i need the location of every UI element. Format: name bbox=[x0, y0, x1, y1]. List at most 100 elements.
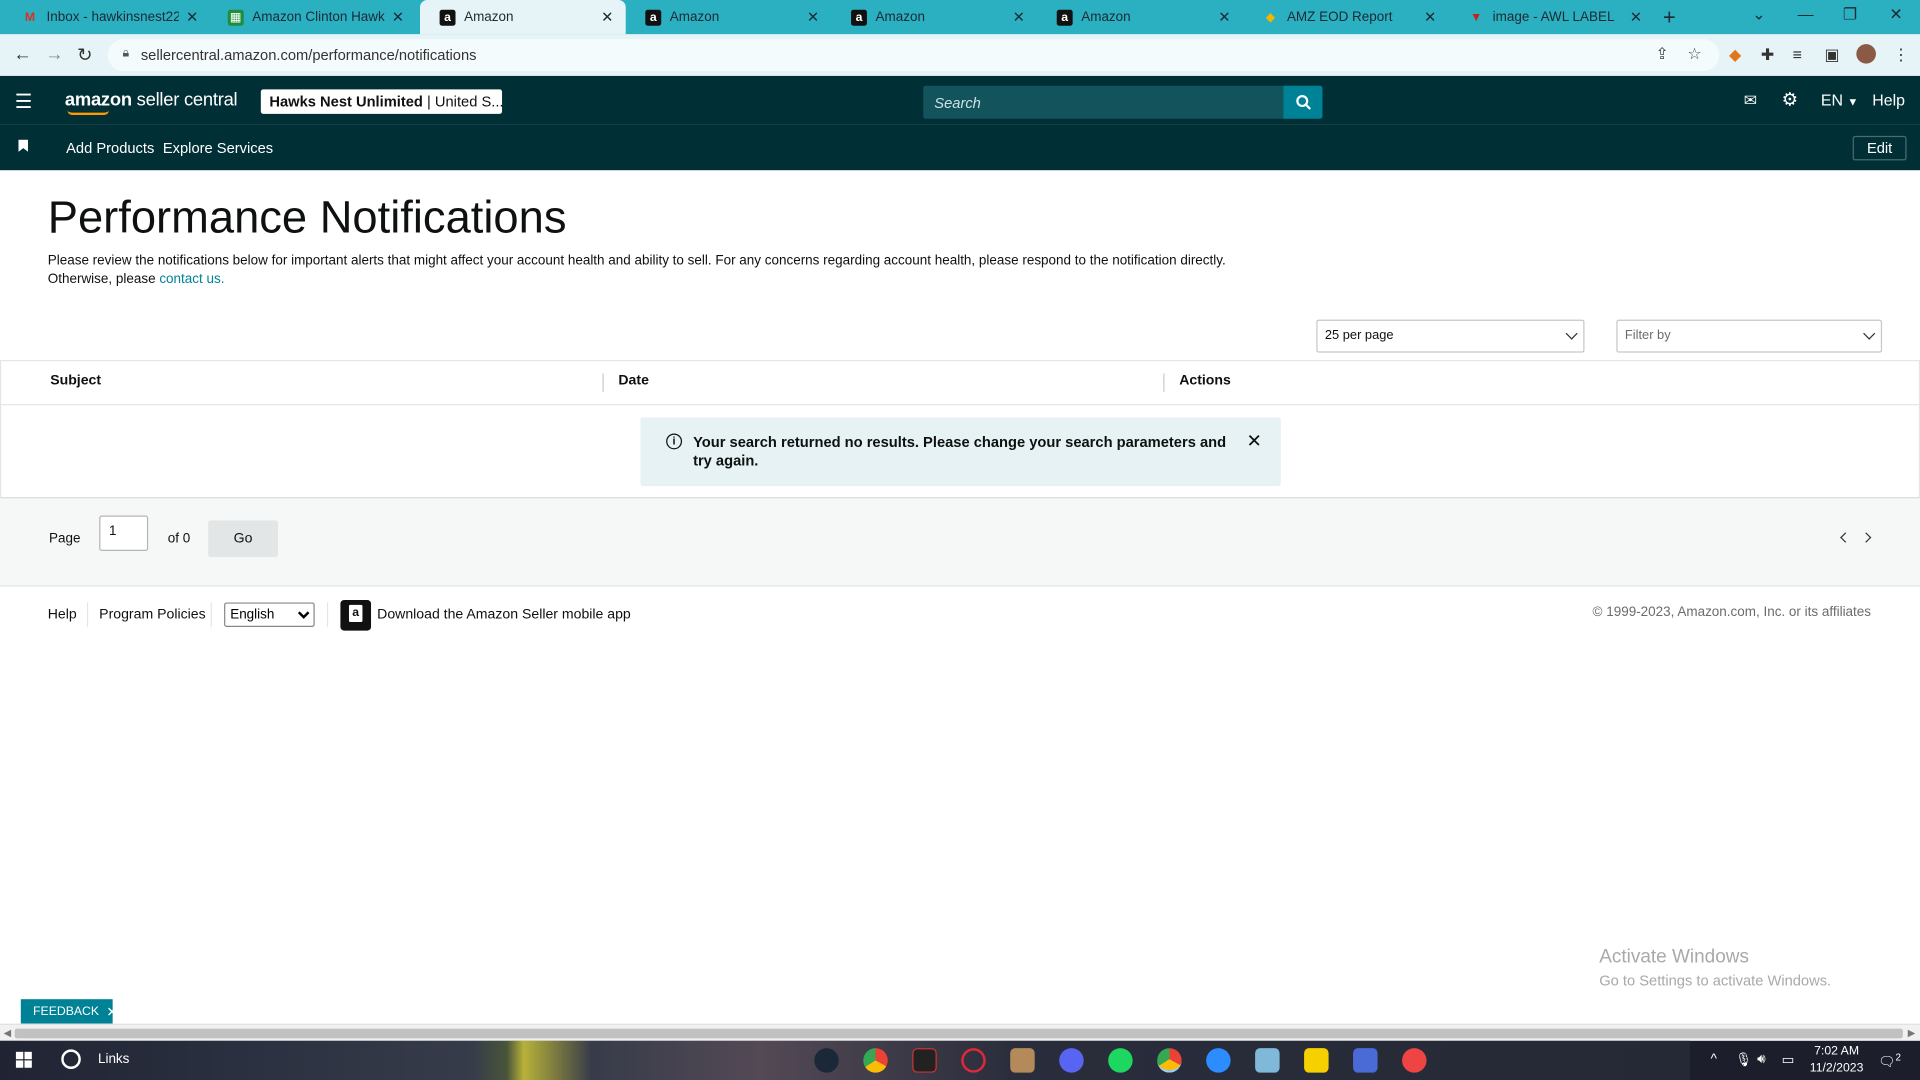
footer-help-link[interactable]: Help bbox=[48, 607, 77, 622]
hamburger-menu-icon[interactable]: ☰ bbox=[15, 89, 33, 113]
browser-tab[interactable]: ▼ image - AWL LABEL ✕ bbox=[1449, 0, 1655, 34]
discord-icon[interactable] bbox=[1059, 1048, 1084, 1073]
minimize-icon[interactable]: — bbox=[1798, 5, 1814, 23]
close-tab-icon[interactable]: ✕ bbox=[392, 9, 404, 26]
opera-icon[interactable] bbox=[961, 1048, 986, 1073]
browser-menu-icon[interactable]: ⋮ bbox=[1893, 45, 1909, 65]
app-icon[interactable] bbox=[912, 1048, 937, 1073]
address-bar[interactable]: 🔒︎ sellercentral.amazon.com/performance/… bbox=[107, 39, 1720, 72]
label-icon: ▼ bbox=[1470, 10, 1483, 24]
clock-time: 7:02 AM bbox=[1814, 1044, 1860, 1058]
close-tab-icon[interactable]: ✕ bbox=[1630, 9, 1642, 26]
sticky-notes-icon[interactable] bbox=[1304, 1048, 1329, 1073]
media-control-icon[interactable]: ≡ bbox=[1793, 45, 1802, 63]
seller-central-header: ☰ amazon seller central Hawks Nest Unlim… bbox=[0, 75, 1920, 125]
browser-tab[interactable]: a Amazon ✕ bbox=[831, 0, 1037, 34]
footer-divider bbox=[86, 602, 89, 627]
seller-central-logo[interactable]: amazon seller central bbox=[65, 89, 238, 116]
feedback-button[interactable]: FEEDBACK ✕ bbox=[20, 999, 118, 1024]
contact-us-link[interactable]: contact us. bbox=[159, 272, 224, 287]
chrome-icon[interactable] bbox=[863, 1048, 888, 1073]
calculator-icon[interactable] bbox=[1353, 1048, 1378, 1073]
column-divider bbox=[1163, 373, 1165, 392]
mail-icon[interactable]: ✉ bbox=[1744, 91, 1757, 111]
browser-tab-active[interactable]: a Amazon ✕ bbox=[420, 0, 626, 35]
tray-chevron-icon[interactable]: ^ bbox=[1711, 1052, 1717, 1067]
new-tab-icon[interactable]: + bbox=[1663, 5, 1676, 31]
tab-search-icon[interactable]: ⌄ bbox=[1752, 5, 1765, 25]
close-feedback-icon[interactable]: ✕ bbox=[106, 1003, 117, 1020]
scrollbar-thumb[interactable] bbox=[14, 1028, 1903, 1039]
browser-tab[interactable]: a Amazon ✕ bbox=[626, 0, 832, 34]
lock-icon: 🔒︎ bbox=[122, 46, 129, 61]
footer-language-select[interactable]: English bbox=[224, 602, 315, 627]
settings-gear-icon[interactable]: ⚙ bbox=[1782, 88, 1798, 110]
close-tab-icon[interactable]: ✕ bbox=[186, 9, 198, 26]
bookmark-icon[interactable] bbox=[18, 139, 29, 152]
column-header-date[interactable]: Date bbox=[618, 373, 649, 388]
footer-divider bbox=[210, 602, 212, 627]
image-app-icon[interactable] bbox=[1010, 1048, 1035, 1073]
close-alert-icon[interactable]: ✕ bbox=[1247, 430, 1262, 452]
network-icon[interactable]: ▭ bbox=[1782, 1052, 1795, 1068]
go-button[interactable]: Go bbox=[208, 520, 278, 558]
column-header-subject[interactable]: Subject bbox=[50, 373, 101, 388]
previous-page-icon[interactable] bbox=[1840, 532, 1851, 543]
search-input[interactable] bbox=[923, 85, 1284, 119]
taskbar-clock[interactable]: 7:02 AM 11/2/2023 bbox=[1810, 1043, 1864, 1077]
scroll-right-icon[interactable]: ▶ bbox=[1908, 1027, 1916, 1038]
chrome-active-icon[interactable] bbox=[1157, 1048, 1182, 1073]
close-window-icon[interactable]: ✕ bbox=[1889, 5, 1902, 25]
volume-icon[interactable]: 🔊︎ bbox=[1757, 1052, 1765, 1068]
language-selector[interactable]: EN ▼ bbox=[1821, 91, 1858, 109]
taskbar-search-label[interactable]: Links bbox=[98, 1052, 129, 1067]
notification-center-icon[interactable]: 🗨︎2 bbox=[1878, 1052, 1901, 1070]
next-page-icon[interactable] bbox=[1860, 532, 1872, 543]
account-switcher[interactable]: Hawks Nest Unlimited | United S... bbox=[260, 89, 503, 114]
notes-icon[interactable] bbox=[1255, 1048, 1280, 1073]
reload-icon[interactable]: ↻ bbox=[77, 44, 92, 66]
browser-tab[interactable]: ◆ AMZ EOD Report ✕ bbox=[1243, 0, 1449, 34]
edit-bookmarks-button[interactable]: Edit bbox=[1852, 135, 1907, 161]
horizontal-scrollbar[interactable]: ◀ ▶ bbox=[0, 1023, 1920, 1041]
page-number-input[interactable]: 1 bbox=[99, 515, 149, 552]
apps-script-icon: ◆ bbox=[1265, 10, 1276, 24]
app-red-icon[interactable] bbox=[1402, 1048, 1427, 1073]
scroll-left-icon[interactable]: ◀ bbox=[4, 1027, 12, 1038]
taskbar-search-icon[interactable] bbox=[61, 1049, 81, 1069]
side-panel-icon[interactable]: ▣ bbox=[1825, 45, 1840, 65]
microphone-icon[interactable]: 🎙︎ bbox=[1735, 1052, 1752, 1068]
browser-tab[interactable]: M Inbox - hawkinsnest2277 ✕ bbox=[2, 0, 210, 34]
browser-tab[interactable]: a Amazon ✕ bbox=[1037, 0, 1243, 34]
close-tab-icon[interactable]: ✕ bbox=[601, 9, 613, 26]
maximize-icon[interactable]: ❐ bbox=[1843, 5, 1857, 25]
info-icon: i bbox=[666, 433, 683, 450]
amazon-smile-icon bbox=[67, 110, 109, 116]
browser-tab[interactable]: ▦ Amazon Clinton Hawkins ✕ bbox=[208, 0, 416, 34]
share-icon[interactable]: ⇪ bbox=[1656, 44, 1669, 64]
help-link[interactable]: Help bbox=[1872, 91, 1905, 109]
steam-icon[interactable] bbox=[814, 1048, 839, 1073]
nav-link-explore-services[interactable]: Explore Services bbox=[163, 140, 273, 157]
filter-select[interactable]: Filter by bbox=[1616, 319, 1883, 353]
back-icon[interactable]: ← bbox=[13, 44, 31, 65]
profile-avatar[interactable] bbox=[1856, 44, 1876, 64]
windows-start-icon[interactable] bbox=[15, 1051, 32, 1068]
close-tab-icon[interactable]: ✕ bbox=[807, 9, 819, 26]
bookmark-nav-bar: Add Products Explore Services Edit bbox=[0, 124, 1920, 171]
close-tab-icon[interactable]: ✕ bbox=[1424, 9, 1436, 26]
search-button[interactable] bbox=[1283, 85, 1323, 119]
zoom-icon[interactable] bbox=[1206, 1048, 1231, 1073]
download-app-link[interactable]: Download the Amazon Seller mobile app bbox=[377, 607, 631, 622]
nav-link-add-products[interactable]: Add Products bbox=[66, 140, 154, 157]
forward-icon[interactable]: → bbox=[45, 44, 63, 65]
metamask-extension-icon[interactable]: ◆ bbox=[1729, 45, 1741, 65]
close-tab-icon[interactable]: ✕ bbox=[1013, 9, 1025, 26]
spotify-icon[interactable] bbox=[1108, 1048, 1133, 1073]
close-tab-icon[interactable]: ✕ bbox=[1218, 9, 1230, 26]
extensions-icon[interactable]: ✚ bbox=[1761, 45, 1774, 65]
bookmark-star-icon[interactable]: ☆ bbox=[1687, 44, 1701, 64]
footer-program-policies-link[interactable]: Program Policies bbox=[99, 607, 205, 622]
seller-app-icon[interactable] bbox=[340, 600, 372, 631]
per-page-select[interactable]: 25 per page bbox=[1316, 319, 1585, 353]
